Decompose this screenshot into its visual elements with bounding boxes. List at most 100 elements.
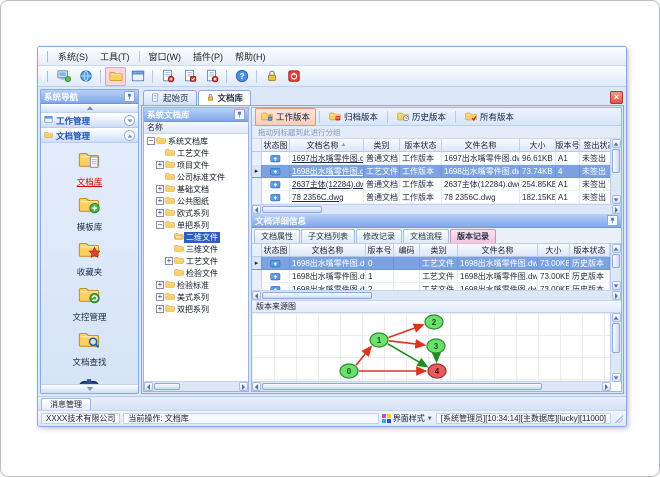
- column-header-版本号[interactable]: 版本号: [556, 139, 580, 152]
- expand-icon[interactable]: +: [156, 293, 164, 301]
- sidebar-scroll-down-button[interactable]: [41, 384, 138, 393]
- sidebar-scroll-up-button[interactable]: [41, 104, 138, 113]
- menu-item-2[interactable]: 工具(T): [94, 49, 136, 64]
- column-header-文件名称[interactable]: 文件名称: [442, 139, 520, 152]
- doc-delete-icon[interactable]: [201, 67, 222, 86]
- column-header-版本状态[interactable]: 版本状态: [400, 139, 442, 152]
- scroll-right-button[interactable]: [239, 382, 248, 391]
- scroll-down-button[interactable]: [611, 373, 621, 382]
- ui-style-dropdown[interactable]: 界面样式 ▼: [381, 413, 433, 424]
- scrollbar-thumb[interactable]: [612, 323, 620, 353]
- expand-icon[interactable]: +: [156, 197, 164, 205]
- version-graph[interactable]: 0 1 2 3 4: [252, 313, 598, 387]
- help-icon[interactable]: ?: [231, 67, 252, 86]
- expand-icon[interactable]: +: [156, 305, 164, 313]
- column-header-文件名称[interactable]: 文件名称: [458, 244, 538, 257]
- column-header-状态图[interactable]: 状态图: [262, 244, 290, 257]
- sidebar-group-2[interactable]: 文档管理: [41, 128, 138, 143]
- tree-node-公司标准文件[interactable]: 公司标准文件: [144, 171, 248, 183]
- column-header-大小[interactable]: 大小: [538, 244, 570, 257]
- menubar-grip[interactable]: [43, 50, 48, 62]
- table-row[interactable]: ▸1698出水嘴零件图.dwg工艺文件工作版本1698出水嘴零件图.dwg73.…: [252, 165, 610, 178]
- expand-icon[interactable]: +: [156, 209, 164, 217]
- scrollbar-thumb[interactable]: [262, 206, 322, 213]
- button-工作版本[interactable]: 工作版本: [255, 107, 317, 126]
- version-grid-hscrollbar[interactable]: [252, 290, 621, 300]
- tree-node-欧式系列[interactable]: + 欧式系列: [144, 207, 248, 219]
- doc-edit-icon[interactable]: [179, 67, 200, 86]
- scroll-left-button[interactable]: [144, 382, 153, 391]
- tab-文档库[interactable]: 文档库: [197, 90, 252, 105]
- scroll-right-button[interactable]: [612, 205, 621, 214]
- detail-tab-文档流程[interactable]: 文档流程: [403, 229, 449, 243]
- tree-node-单把系列[interactable]: − 单把系列: [144, 219, 248, 231]
- detail-tab-版本记录[interactable]: 版本记录: [450, 229, 496, 243]
- scroll-down-button[interactable]: [611, 195, 621, 204]
- table-row[interactable]: 1697出水嘴零件图.dwg普通文档工作版本1697出水嘴零件图.dwg96.6…: [252, 152, 610, 165]
- collapse-icon[interactable]: −: [147, 137, 155, 145]
- expand-icon[interactable]: +: [156, 281, 164, 289]
- pin-icon[interactable]: [124, 91, 135, 102]
- button-所有版本[interactable]: 所有版本: [459, 108, 520, 126]
- sidebar-group-1[interactable]: 工作管理: [41, 113, 138, 128]
- sidebar-item-收藏夹[interactable]: 收藏夹: [45, 236, 134, 281]
- tree-node-工艺文件[interactable]: 工艺文件: [144, 147, 248, 159]
- tree-node-美式系列[interactable]: + 美式系列: [144, 291, 248, 303]
- sidebar-item-文档查找[interactable]: 文档查找: [45, 326, 134, 371]
- expand-icon[interactable]: +: [165, 257, 173, 265]
- tab-起始页[interactable]: 起始页: [143, 90, 197, 105]
- close-tab-button[interactable]: ×: [610, 91, 623, 104]
- graph-hscrollbar[interactable]: [252, 381, 611, 391]
- tree-column-header[interactable]: 名称: [144, 122, 248, 134]
- tree-node-项目文件[interactable]: + 项目文件: [144, 159, 248, 171]
- pin-icon[interactable]: [607, 215, 618, 226]
- detail-tab-子文档列表[interactable]: 子文档列表: [301, 229, 355, 243]
- column-header-大小[interactable]: 大小: [520, 139, 556, 152]
- menu-item-3[interactable]: 窗口(W): [143, 49, 188, 64]
- scrollbar-thumb[interactable]: [262, 292, 372, 299]
- menu-item-5[interactable]: 帮助(H): [229, 49, 272, 64]
- pin-icon[interactable]: [234, 109, 245, 120]
- column-header-文档名称[interactable]: 文档名称 ▲: [290, 139, 364, 152]
- sidebar-item-模板库[interactable]: 模板库: [45, 191, 134, 236]
- tree-node-检验文件[interactable]: 检验文件: [144, 267, 248, 279]
- table-row[interactable]: ▸1698出水嘴零件图.dwg0工艺文件1698出水嘴零件图.dwg73.00K…: [252, 257, 610, 270]
- folder-icon[interactable]: [105, 66, 126, 86]
- column-header-签出状态[interactable]: 签出状态: [580, 139, 610, 152]
- scroll-right-button[interactable]: [612, 291, 621, 300]
- scroll-up-button[interactable]: [611, 244, 621, 253]
- tree-node-二维文件[interactable]: 二维文件: [144, 231, 248, 243]
- toolbar-grip[interactable]: [43, 70, 48, 82]
- column-header-版本状态[interactable]: 版本状态: [570, 244, 610, 257]
- detail-tab-修改记录[interactable]: 修改记录: [356, 229, 402, 243]
- table-row[interactable]: 2637主体(12284).dwg 普通文档 工作版本 2637主体(12284).d…: [252, 178, 610, 191]
- button-归档版本[interactable]: 归档版本: [323, 108, 384, 126]
- version-grid-vscrollbar[interactable]: [610, 244, 621, 290]
- column-header-类别[interactable]: 类别: [420, 244, 458, 257]
- tree-node-公共图纸[interactable]: + 公共图纸: [144, 195, 248, 207]
- scroll-up-button[interactable]: [611, 139, 621, 148]
- document-grid-hscrollbar[interactable]: [252, 204, 621, 214]
- column-header-版本号[interactable]: 版本号: [366, 244, 394, 257]
- column-header-文档名称[interactable]: 文档名称: [290, 244, 366, 257]
- expand-icon[interactable]: +: [156, 185, 164, 193]
- scroll-down-button[interactable]: [611, 281, 621, 290]
- scroll-left-button[interactable]: [252, 291, 261, 300]
- scroll-right-button[interactable]: [602, 382, 611, 391]
- power-icon[interactable]: [283, 67, 304, 86]
- lock-icon[interactable]: [261, 67, 282, 86]
- scrollbar-thumb[interactable]: [154, 383, 180, 390]
- group-chevron-button[interactable]: [124, 115, 135, 126]
- collapse-icon[interactable]: −: [156, 221, 164, 229]
- table-row[interactable]: 1698出水嘴零件图.dwg2工艺文件1698出水嘴零件图.dwg73.00KB…: [252, 283, 610, 290]
- tree-node-检验标准[interactable]: + 检验标准: [144, 279, 248, 291]
- table-row[interactable]: 1698出水嘴零件图.dwg1工艺文件1698出水嘴零件图.dwg73.00KB…: [252, 270, 610, 283]
- scrollbar-thumb[interactable]: [612, 149, 620, 173]
- tree-node-系统文档库[interactable]: − 系统文档库: [144, 135, 248, 147]
- tree-node-双把系列[interactable]: + 双把系列: [144, 303, 248, 315]
- expand-icon[interactable]: +: [156, 161, 164, 169]
- globe-icon[interactable]: [75, 67, 96, 86]
- message-panel-tab[interactable]: 消息管理: [41, 398, 91, 410]
- window-icon[interactable]: [127, 67, 148, 86]
- tree-node-基础文档[interactable]: + 基础文档: [144, 183, 248, 195]
